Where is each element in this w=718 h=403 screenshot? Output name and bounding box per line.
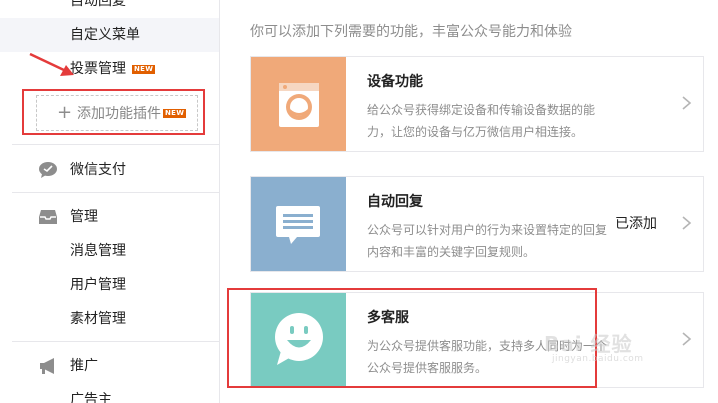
new-badge: NEW [132,64,156,74]
divider [12,192,219,193]
inbox-icon [39,210,57,224]
sidebar-item-wechat-pay[interactable]: 微信支付 [0,158,219,182]
feature-card-device[interactable]: 设备功能 给公众号获得绑定设备和传输设备数据的能力，让您的设备与亿万微信用户相连… [250,56,704,152]
section-label: 管理 [70,209,98,225]
sidebar-item-label: 自动回复 [70,0,126,9]
washing-machine-icon [279,83,319,127]
watermark-brand: Bai 经验 [544,332,633,356]
sidebar-item-advertiser[interactable]: 广告主 [70,390,112,403]
card-title: 自动回复 [367,194,423,210]
divider [12,144,219,145]
intro-text: 你可以添加下列需要的功能，丰富公众号能力和体验 [250,24,572,40]
sidebar-item-label: 投票管理 [70,61,126,77]
plus-icon: + [57,102,73,123]
sidebar-item-message-manage[interactable]: 消息管理 [70,241,126,261]
sidebar: 自动回复 自定义菜单 投票管理 NEW + 添加功能插件 NEW 微信支付 管理… [0,0,220,403]
card-description: 给公众号获得绑定设备和传输设备数据的能力，让您的设备与亿万微信用户相连接。 [367,103,596,139]
add-plugin-button[interactable]: + 添加功能插件 NEW [36,95,198,131]
watermark-url: jingyan.baidu.com [552,354,644,364]
card-title: 设备功能 [367,74,423,90]
card-description: 公众号可以针对用户的行为来设置特定的回复内容和丰富的关键字回复规则。 [367,223,608,259]
feature-thumb [251,177,346,271]
chevron-right-icon [682,332,692,346]
sidebar-item-user-manage[interactable]: 用户管理 [70,275,126,295]
megaphone-icon [40,358,54,374]
chevron-right-icon [682,216,692,230]
add-plugin-label: 添加功能插件 [77,106,161,122]
divider [12,341,219,342]
sidebar-item-label: 自定义菜单 [70,27,140,43]
sidebar-item-label: 微信支付 [70,162,126,178]
feature-card-auto-reply[interactable]: 自动回复 公众号可以针对用户的行为来设置特定的回复内容和丰富的关键字回复规则。 … [250,176,704,272]
wechat-pay-icon [39,162,57,178]
feature-thumb [251,57,346,151]
card-status: 已添加 [615,216,657,232]
sidebar-item-material-manage[interactable]: 素材管理 [70,309,126,329]
new-badge: NEW [163,109,187,118]
annotation-arrow-icon [29,52,74,76]
sidebar-section-manage: 管理 [0,205,219,229]
sidebar-item-auto-reply[interactable]: 自动回复 [0,0,219,11]
annotation-highlight-box [227,288,597,388]
section-label: 推广 [70,358,98,374]
sidebar-section-promote: 推广 [0,354,219,378]
chevron-right-icon [682,96,692,110]
message-icon [276,206,320,244]
sidebar-item-custom-menu[interactable]: 自定义菜单 [0,18,219,52]
